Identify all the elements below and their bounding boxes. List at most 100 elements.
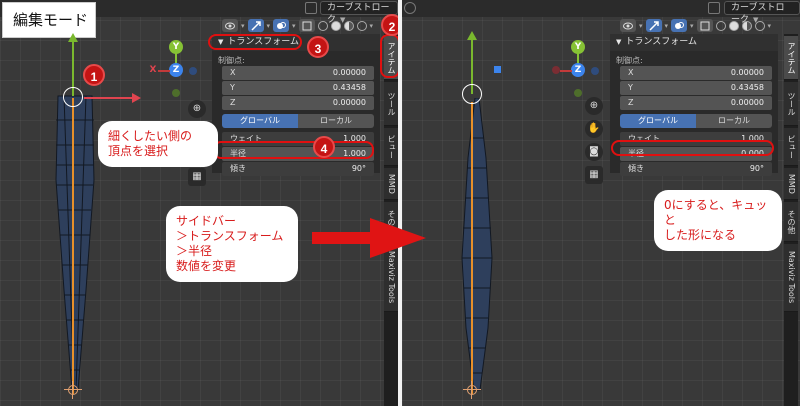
eye-icon[interactable] <box>620 19 636 32</box>
control-point-label: 制御点: <box>218 56 245 65</box>
selected-vertex-ring[interactable] <box>462 84 482 104</box>
grid-icon[interactable]: ▦ <box>188 168 206 186</box>
nav-y-axis[interactable]: Y <box>169 40 183 54</box>
z-label: Z <box>628 98 634 107</box>
chevron-down-icon[interactable]: ▾ <box>768 22 772 30</box>
y-axis-arrow <box>467 31 477 40</box>
overlay-icon[interactable] <box>273 19 290 32</box>
viewport-header: カーブストローク ▼ <box>402 0 800 25</box>
tab-item[interactable]: アイテム <box>784 36 798 80</box>
y-field[interactable]: Y 0.43458 <box>222 81 374 95</box>
highlight-transform <box>208 34 302 50</box>
curve-spine <box>72 98 74 394</box>
vertex-marker <box>494 66 501 73</box>
editor-type-icon[interactable] <box>305 2 317 14</box>
tab-view[interactable]: ビュー <box>384 128 398 166</box>
x-field[interactable]: X 0.00000 <box>222 66 374 80</box>
tab-tool[interactable]: ツール <box>384 82 398 126</box>
tilt-field[interactable]: 傾き 90° <box>222 162 374 176</box>
tab-view[interactable]: ビュー <box>784 128 798 166</box>
nav-neg-y-axis[interactable] <box>172 89 180 97</box>
tab-tool[interactable]: ツール <box>784 82 798 126</box>
nav-z-axis[interactable]: Z <box>169 63 183 77</box>
material-sphere-icon[interactable] <box>343 20 354 31</box>
curve-stroke-dropdown[interactable]: カーブストローク ▼ <box>724 1 800 25</box>
curve-stroke-dropdown[interactable]: カーブストローク ▼ <box>320 1 398 25</box>
nav-y-axis[interactable]: Y <box>571 40 585 54</box>
tab-mmd[interactable]: MMD <box>784 168 798 200</box>
sidebar-tabs: アイテム ツール ビュー MMD その他 Maxiviz Tools <box>784 34 798 406</box>
nav-z-axis[interactable]: Z <box>571 63 585 77</box>
wireframe-icon[interactable] <box>317 20 328 31</box>
y-label: Y <box>628 83 633 92</box>
editor-type-icon[interactable] <box>404 2 416 14</box>
nav-neg-x-axis[interactable] <box>552 66 560 74</box>
global-button[interactable]: グローバル <box>620 114 696 128</box>
chevron-down-icon[interactable]: ▾ <box>370 22 374 30</box>
cursor-icon[interactable] <box>645 19 662 32</box>
tilt-label: 傾き <box>628 164 644 173</box>
x-label: X <box>628 68 634 77</box>
x-field[interactable]: X 0.00000 <box>620 66 772 80</box>
right-viewport[interactable]: カーブストローク ▼ ▾ ▾ ▾ ▾ Y Z ⊕ ✋ ◙ ▦ ▼ トランスフォー… <box>402 0 800 406</box>
tab-mmd[interactable]: MMD <box>384 168 398 200</box>
material-sphere-icon[interactable] <box>741 20 752 31</box>
highlight-radius <box>213 141 374 159</box>
local-button[interactable]: ローカル <box>298 114 374 128</box>
y-field[interactable]: Y 0.43458 <box>620 81 772 95</box>
local-button[interactable]: ローカル <box>696 114 772 128</box>
transform-panel-header[interactable]: ▼ トランスフォーム <box>610 34 778 51</box>
rendered-sphere-icon[interactable] <box>356 20 367 31</box>
rendered-sphere-icon[interactable] <box>754 20 765 31</box>
solid-sphere-icon[interactable] <box>728 20 739 31</box>
xray-icon[interactable] <box>696 19 713 32</box>
eye-icon[interactable] <box>222 19 238 32</box>
space-toggle: グローバル ローカル <box>620 114 772 128</box>
x-value: 0.00000 <box>332 68 366 77</box>
left-viewport[interactable]: カーブストローク ▼ ▾ ▾ ▾ ▾ 編集モード Y Z X ⊕ ▦ ▼ トラン… <box>0 0 398 406</box>
nav-neg-y-axis[interactable] <box>574 89 582 97</box>
origin-marker <box>64 381 82 399</box>
camera-icon[interactable]: ◙ <box>585 143 603 161</box>
xray-icon[interactable] <box>298 19 315 32</box>
zoom-icon[interactable]: ⊕ <box>188 100 206 118</box>
y-label: Y <box>230 83 235 92</box>
editor-type-icon[interactable] <box>708 2 720 14</box>
x-value: 0.00000 <box>730 68 764 77</box>
x-axis-arrow <box>132 93 141 103</box>
viewport-toolbar: ▾ ▾ ▾ ▾ <box>222 17 373 34</box>
nav-neg-axis[interactable] <box>591 67 599 75</box>
global-button[interactable]: グローバル <box>222 114 298 128</box>
nav-neg-axis[interactable] <box>189 67 197 75</box>
overlay-icon[interactable] <box>671 19 688 32</box>
chevron-down-icon[interactable]: ▾ <box>665 22 669 30</box>
step-badge-2: 2 <box>381 14 398 36</box>
callout-result: 0にすると、キュッと した形になる <box>654 190 782 251</box>
y-value: 0.43458 <box>332 83 366 92</box>
tab-maxiviz[interactable]: Maxiviz Tools <box>784 244 798 312</box>
z-field[interactable]: Z 0.00000 <box>620 96 772 110</box>
cursor-icon[interactable] <box>247 19 264 32</box>
tilt-value: 90° <box>351 164 366 173</box>
solid-sphere-icon[interactable] <box>330 20 341 31</box>
chevron-down-icon[interactable]: ▾ <box>267 22 271 30</box>
chevron-down-icon[interactable]: ▾ <box>690 22 694 30</box>
nav-x-axis[interactable]: X <box>148 63 158 77</box>
step-badge-4: 4 <box>313 136 335 158</box>
zoom-icon[interactable]: ⊕ <box>585 97 603 115</box>
curve-mesh <box>461 98 493 391</box>
chevron-down-icon[interactable]: ▾ <box>241 22 245 30</box>
selected-vertex-ring[interactable] <box>63 87 83 107</box>
x-axis-line <box>84 97 134 99</box>
x-label: X <box>230 68 236 77</box>
grid-icon[interactable]: ▦ <box>585 166 603 184</box>
z-field[interactable]: Z 0.00000 <box>222 96 374 110</box>
chevron-down-icon[interactable]: ▾ <box>292 22 296 30</box>
hand-icon[interactable]: ✋ <box>585 120 603 138</box>
tilt-field[interactable]: 傾き 90° <box>620 162 772 176</box>
tab-other[interactable]: その他 <box>784 202 798 242</box>
callout-change-radius: サイドバー ＞トランスフォーム ＞半径 数値を変更 <box>166 206 298 282</box>
chevron-down-icon[interactable]: ▾ <box>639 22 643 30</box>
wireframe-icon[interactable] <box>715 20 726 31</box>
triangle-down-icon: ▼ <box>616 38 622 46</box>
